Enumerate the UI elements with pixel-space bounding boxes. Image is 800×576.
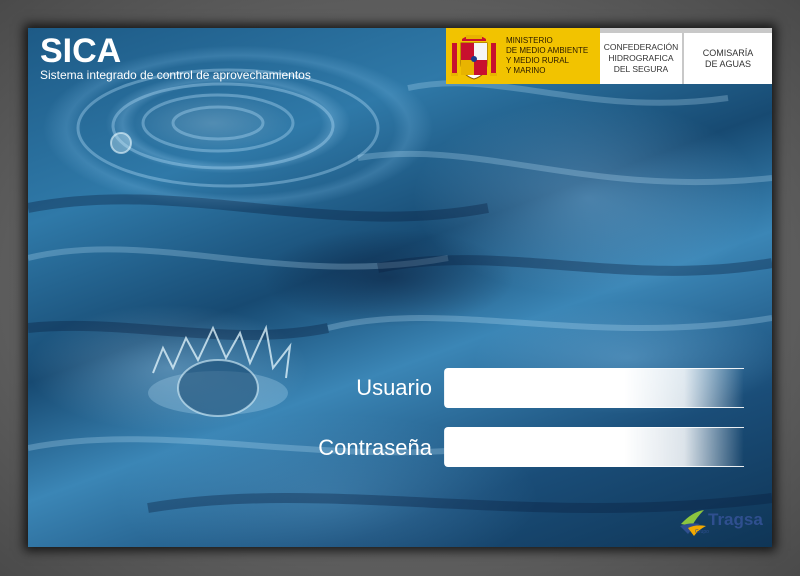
water-background (28, 68, 772, 513)
login-panel: SICA Sistema integrado de control de apr… (28, 28, 772, 547)
app-title: SICA (40, 32, 122, 70)
ministerio-text: MINISTERIO DE MEDIO AMBIENTE Y MEDIO RUR… (506, 36, 589, 75)
tragsa-logo: Tragsa Grupo (678, 502, 768, 540)
tragsa-grupo: Grupo (695, 529, 709, 535)
tragsa-brand: Tragsa (708, 510, 763, 529)
outer-frame: SICA Sistema integrado de control de apr… (0, 0, 800, 576)
usuario-input[interactable] (444, 368, 744, 408)
logo-ministerio: MINISTERIO DE MEDIO AMBIENTE Y MEDIO RUR… (446, 28, 600, 84)
usuario-label: Usuario (356, 375, 432, 400)
spain-coat-of-arms-icon (451, 35, 497, 80)
institution-logos: MINISTERIO DE MEDIO AMBIENTE Y MEDIO RUR… (446, 28, 772, 84)
contrasena-input[interactable] (444, 427, 744, 467)
logo-confederacion: CONFEDERACIÓN HIDROGRAFICA DEL SEGURA (600, 28, 684, 84)
logo-comisaria: COMISARÍA DE AGUAS (684, 28, 772, 84)
app-subtitle: Sistema integrado de control de aprovech… (40, 68, 311, 82)
contrasena-label: Contraseña (318, 435, 432, 460)
